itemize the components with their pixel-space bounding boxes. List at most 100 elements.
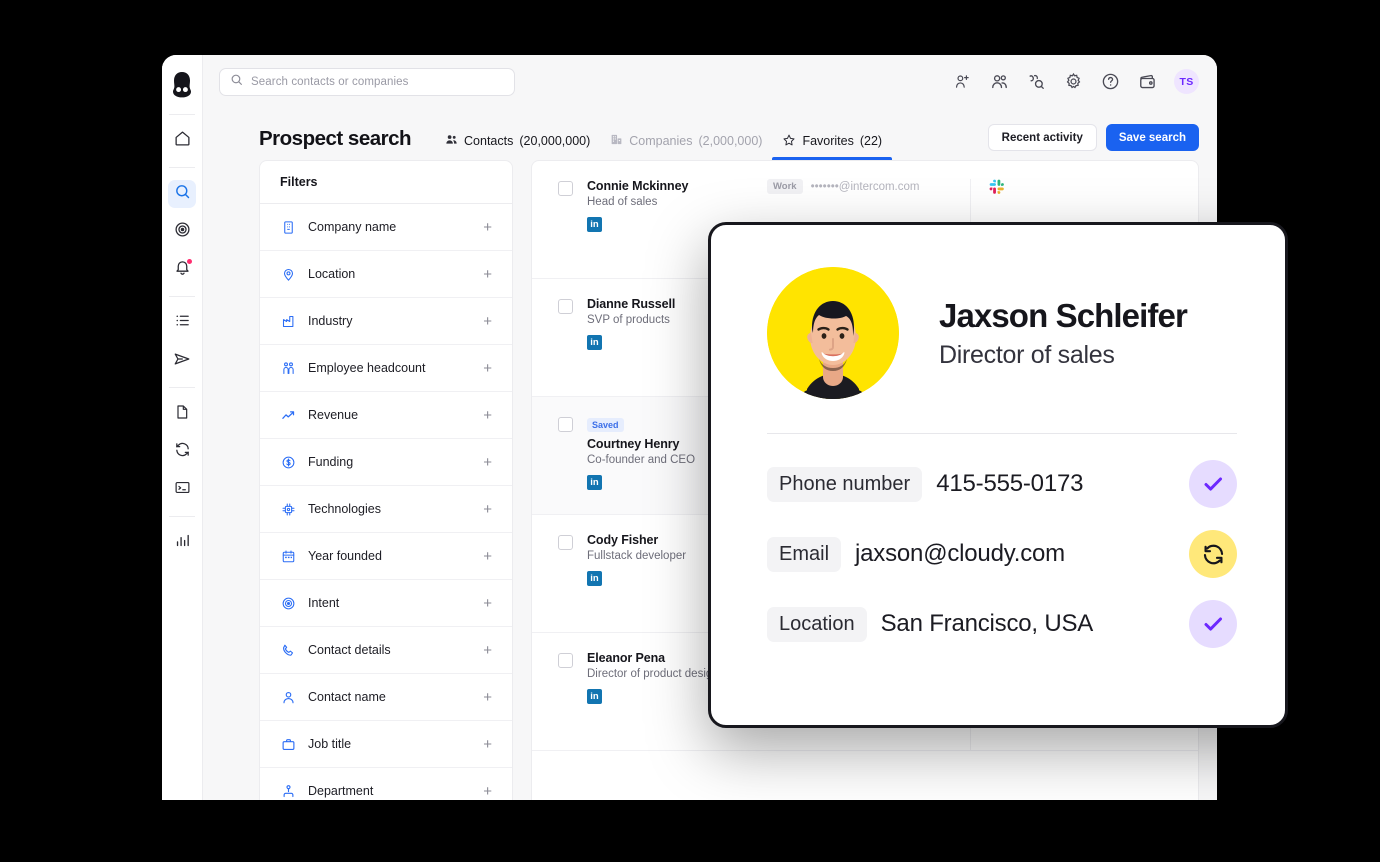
save-search-button[interactable]: Save search xyxy=(1106,124,1199,151)
meta-line: Work •••••••@intercom.com xyxy=(767,179,960,194)
filter-add-button[interactable]: + xyxy=(483,737,492,752)
sidebar-item-lists[interactable] xyxy=(168,309,196,337)
add-person-icon[interactable] xyxy=(952,72,972,92)
chip-icon xyxy=(280,501,296,517)
filter-location[interactable]: Location + xyxy=(260,251,512,298)
filter-label: Location xyxy=(308,267,471,281)
filter-add-button[interactable]: + xyxy=(483,361,492,376)
row-checkbox[interactable] xyxy=(558,181,573,196)
filter-intent[interactable]: Intent + xyxy=(260,580,512,627)
linkedin-icon[interactable]: in xyxy=(587,335,602,350)
row-checkbox[interactable] xyxy=(558,417,573,432)
filter-add-button[interactable]: + xyxy=(483,784,492,799)
search-icon xyxy=(230,73,243,91)
search-input[interactable]: Search contacts or companies xyxy=(219,68,515,96)
filter-add-button[interactable]: + xyxy=(483,596,492,611)
field-value: jaxson@cloudy.com xyxy=(855,540,1065,568)
field-value: 415-555-0173 xyxy=(936,470,1083,498)
filter-industry[interactable]: Industry + xyxy=(260,298,512,345)
sidebar-item-intent[interactable] xyxy=(168,218,196,246)
filter-add-button[interactable]: + xyxy=(483,502,492,517)
row-checkbox[interactable] xyxy=(558,299,573,314)
row-checkbox[interactable] xyxy=(558,653,573,668)
people-icon[interactable] xyxy=(989,72,1009,92)
tab-contacts-label: Contacts xyxy=(464,134,513,148)
tab-favorites-count: (22) xyxy=(860,134,882,148)
rail-divider xyxy=(169,516,195,517)
filter-add-button[interactable]: + xyxy=(483,314,492,329)
check-icon[interactable] xyxy=(1189,460,1237,508)
department-icon xyxy=(280,783,296,799)
filter-year-founded[interactable]: Year founded + xyxy=(260,533,512,580)
help-icon[interactable] xyxy=(1100,72,1120,92)
people-icon xyxy=(280,360,296,376)
filter-company-name[interactable]: Company name + xyxy=(260,204,512,251)
filter-label: Technologies xyxy=(308,502,471,516)
tab-favorites[interactable]: Favorites (22) xyxy=(772,108,892,160)
filter-employee-headcount[interactable]: Employee headcount + xyxy=(260,345,512,392)
filter-label: Contact details xyxy=(308,643,471,657)
briefcase-icon xyxy=(280,736,296,752)
notification-badge-dot xyxy=(187,259,192,264)
filter-label: Intent xyxy=(308,596,471,610)
linkedin-icon[interactable]: in xyxy=(587,689,602,704)
gear-icon[interactable] xyxy=(1063,72,1083,92)
topbar: Search contacts or companies xyxy=(203,55,1217,108)
filter-add-button[interactable]: + xyxy=(483,408,492,423)
detail-row-email: Email jaxson@cloudy.com xyxy=(767,530,1237,578)
sidebar-item-search[interactable] xyxy=(168,180,196,208)
dollar-circle-icon xyxy=(280,454,296,470)
sidebar-item-sync[interactable] xyxy=(168,438,196,466)
filter-job-title[interactable]: Job title + xyxy=(260,721,512,768)
filter-revenue[interactable]: Revenue + xyxy=(260,392,512,439)
filter-add-button[interactable]: + xyxy=(483,549,492,564)
sidebar-item-console[interactable] xyxy=(168,476,196,504)
page-title: Prospect search xyxy=(259,127,411,160)
file-icon xyxy=(174,404,190,425)
contact-name: Jaxson Schleifer xyxy=(939,297,1187,335)
filter-add-button[interactable]: + xyxy=(483,455,492,470)
filter-add-button[interactable]: + xyxy=(483,690,492,705)
wallet-icon[interactable] xyxy=(1137,72,1157,92)
filter-funding[interactable]: Funding + xyxy=(260,439,512,486)
rail-divider xyxy=(169,114,195,115)
target-icon xyxy=(280,595,296,611)
linkedin-icon[interactable]: in xyxy=(587,475,602,490)
status-badge: Saved xyxy=(587,418,624,432)
tab-contacts[interactable]: Contacts (20,000,000) xyxy=(435,108,600,160)
filter-contact-name[interactable]: Contact name + xyxy=(260,674,512,721)
sidebar-item-notifications[interactable] xyxy=(168,256,196,284)
sidebar-item-analytics[interactable] xyxy=(168,529,196,557)
linkedin-icon[interactable]: in xyxy=(587,571,602,586)
sidebar-item-sequences[interactable] xyxy=(168,347,196,375)
row-checkbox[interactable] xyxy=(558,535,573,550)
target-icon xyxy=(174,221,191,243)
linkedin-icon[interactable]: in xyxy=(587,217,602,232)
filter-label: Company name xyxy=(308,220,471,234)
home-icon xyxy=(174,130,191,152)
filter-add-button[interactable]: + xyxy=(483,643,492,658)
sidebar-item-documents[interactable] xyxy=(168,400,196,428)
search-icon xyxy=(174,183,191,205)
people-icon xyxy=(445,133,458,149)
filter-technologies[interactable]: Technologies + xyxy=(260,486,512,533)
sync-icon[interactable] xyxy=(1189,530,1237,578)
filter-label: Funding xyxy=(308,455,471,469)
filters-title: Filters xyxy=(260,161,512,204)
filter-department[interactable]: Department + xyxy=(260,768,512,800)
contact-title: Director of sales xyxy=(939,341,1187,370)
avatar[interactable]: TS xyxy=(1174,69,1199,94)
send-icon xyxy=(173,350,191,373)
recent-activity-button[interactable]: Recent activity xyxy=(988,124,1097,151)
check-icon[interactable] xyxy=(1189,600,1237,648)
filter-add-button[interactable]: + xyxy=(483,267,492,282)
prospect-search-icon[interactable] xyxy=(1026,72,1046,92)
tab-companies[interactable]: Companies (2,000,000) xyxy=(600,108,772,160)
tab-favorites-label: Favorites xyxy=(802,134,853,148)
star-icon xyxy=(782,133,796,150)
filter-contact-details[interactable]: Contact details + xyxy=(260,627,512,674)
sidebar-item-home[interactable] xyxy=(168,127,196,155)
filter-add-button[interactable]: + xyxy=(483,220,492,235)
app-logo[interactable] xyxy=(165,63,199,107)
building-icon xyxy=(280,219,296,235)
